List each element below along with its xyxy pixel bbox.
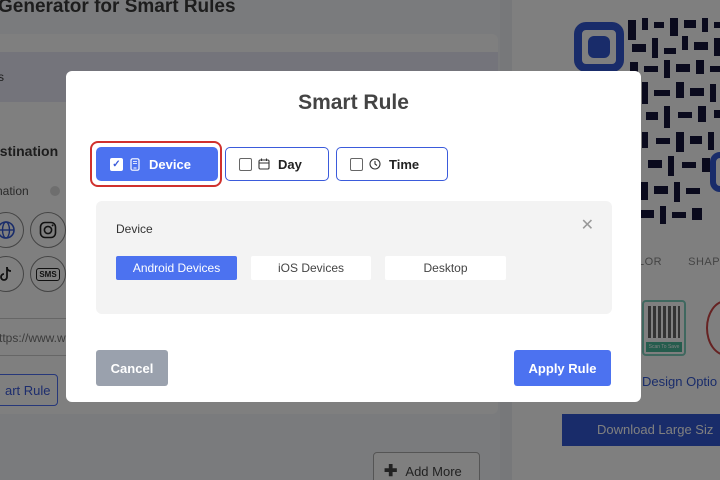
rule-type-day[interactable]: Day <box>225 147 329 181</box>
device-rule-panel: Device ✕ Android Devices iOS Devices Des… <box>96 201 612 314</box>
apply-rule-button[interactable]: Apply Rule <box>514 350 611 386</box>
checkbox[interactable] <box>350 157 363 171</box>
rule-type-label: Device <box>149 156 191 172</box>
modal-title: Smart Rule <box>298 91 409 114</box>
rule-type-time[interactable]: Time <box>336 147 448 181</box>
mobile-icon <box>129 157 141 171</box>
clock-icon <box>369 158 381 170</box>
rule-type-label: Time <box>389 156 420 172</box>
rule-type-device[interactable]: ✓ Device <box>96 147 218 181</box>
checkbox[interactable] <box>239 157 252 171</box>
option-android-devices[interactable]: Android Devices <box>116 256 237 280</box>
rule-type-label: Day <box>278 156 302 172</box>
cancel-button[interactable]: Cancel <box>96 350 168 386</box>
checkbox[interactable]: ✓ <box>110 157 123 171</box>
close-icon[interactable]: ✕ <box>581 215 594 235</box>
panel-label: Device <box>116 222 153 236</box>
option-ios-devices[interactable]: iOS Devices <box>251 256 371 280</box>
calendar-icon <box>258 158 270 170</box>
option-desktop[interactable]: Desktop <box>385 256 506 280</box>
smart-rule-modal: Smart Rule ✓ Device Day Time Device ✕ An… <box>66 71 641 402</box>
